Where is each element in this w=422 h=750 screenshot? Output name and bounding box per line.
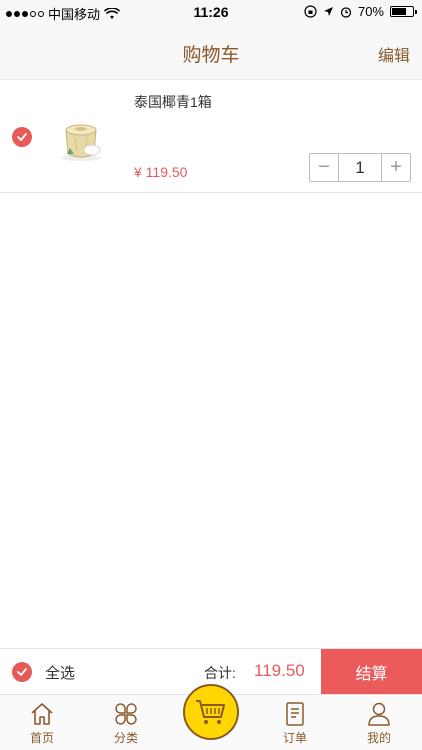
total-value: 119.50 [254, 661, 305, 680]
tab-orders[interactable]: 订单 [265, 701, 325, 746]
checkmark-icon [17, 668, 27, 676]
quantity-value[interactable]: 1 [338, 154, 382, 181]
product-image[interactable] [54, 110, 108, 164]
alarm-icon [340, 6, 352, 18]
tab-profile-label: 我的 [366, 731, 391, 745]
select-all-label[interactable]: 全选 [45, 662, 75, 683]
battery-percent: 70% [357, 4, 384, 19]
tab-category-label: 分类 [113, 731, 138, 745]
category-icon [115, 703, 137, 725]
tab-home[interactable]: 首页 [12, 701, 72, 746]
product-price: ¥ 119.50 [134, 164, 188, 180]
checkout-button[interactable]: 结算 [321, 649, 422, 695]
decrease-quantity-button[interactable]: − [310, 154, 338, 181]
battery-fill [392, 8, 406, 15]
tab-orders-label: 订单 [282, 731, 307, 745]
checkmark-icon [17, 133, 27, 141]
nav-bar: 购物车 编辑 [0, 24, 422, 80]
total-label: 合计: [204, 665, 236, 681]
item-checkbox[interactable] [12, 127, 32, 147]
select-all-checkbox[interactable] [12, 662, 32, 682]
edit-button[interactable]: 编辑 [378, 42, 410, 66]
cart-item: 泰国椰青1箱 ¥ 119.50 − 1 + [0, 80, 422, 193]
tab-cart[interactable] [183, 684, 239, 740]
page-title: 购物车 [182, 45, 240, 66]
status-right: 70% [304, 4, 417, 19]
rotation-lock-icon [304, 5, 317, 18]
status-bar: 中国移动 11:26 70% [0, 0, 422, 24]
tab-home-label: 首页 [29, 731, 54, 745]
tab-category[interactable]: 分类 [96, 701, 156, 746]
profile-icon [368, 702, 390, 726]
cart-icon [196, 700, 225, 724]
order-icon [286, 702, 304, 726]
battery-icon [390, 6, 417, 17]
quantity-stepper: − 1 + [309, 153, 411, 182]
location-icon [323, 7, 333, 16]
product-name[interactable]: 泰国椰青1箱 [134, 92, 212, 112]
tab-profile[interactable]: 我的 [349, 701, 409, 746]
increase-quantity-button[interactable]: + [382, 154, 410, 181]
home-icon [31, 703, 53, 725]
